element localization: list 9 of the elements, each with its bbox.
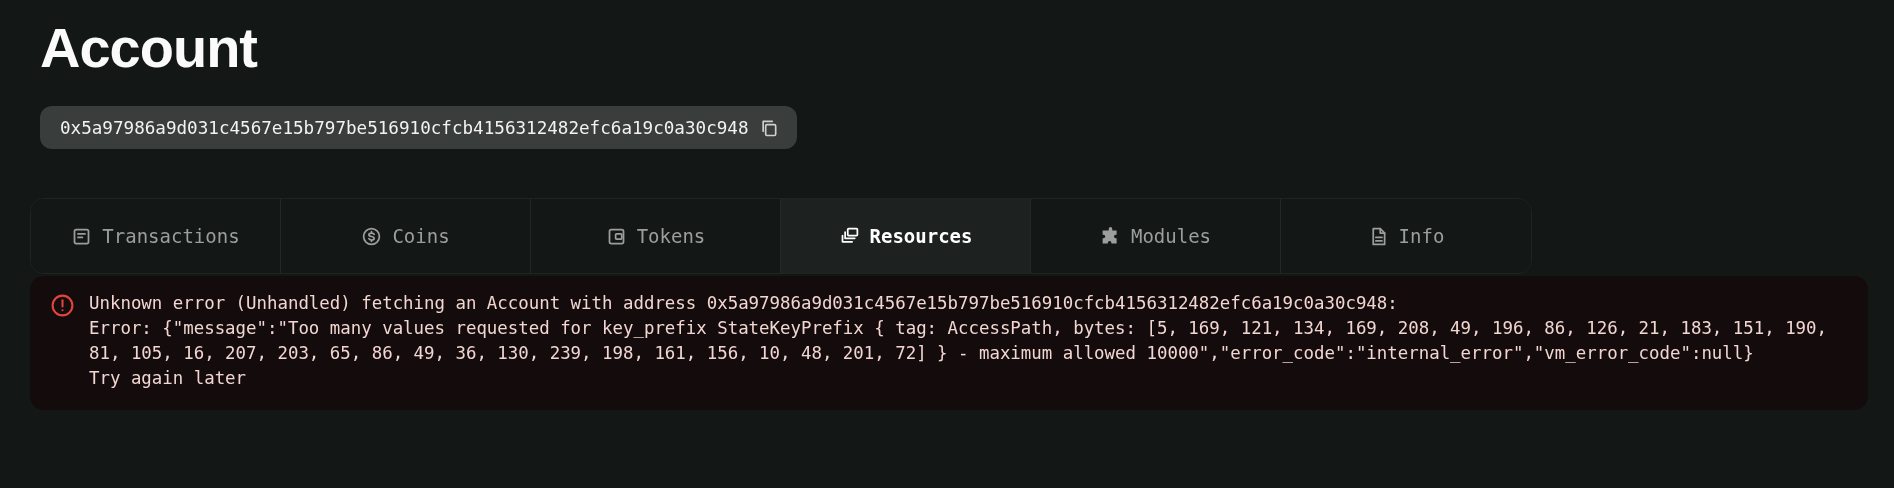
error-message: Error: {"message":"Too many values requested for key_prefix StateKeyPrefix { tag: AccessPath, bytes: [5, 169, 121, 134, 169, 208, 49, 196, 86, 126, 21, 183, 151, 190, 81, 105, 16, 207, 203, 65, 86, 49, 36, 130, 239, 198, 161, 156, 10, 48, 201, 72] } - maximum allowed 10000","error_code":"internal_error","vm_error_code":null}: [89, 317, 1829, 365]
tab[interactable]: Resources: [781, 199, 1031, 273]
page-title: Account: [40, 15, 257, 81]
error-message: Try again later: [89, 367, 248, 390]
dollar-coin-icon: [361, 225, 383, 247]
address-text: 0x5a97986a9d031c4567e15b797be516910cfcb4156312482efc6a19c0a30c948: [60, 117, 749, 138]
tab[interactable]: Transactions: [31, 199, 281, 273]
error-message: Unknown error (Unhandled) fetching an Account with address 0x5a97986a9d031c4567e15b797be516910cfcb4156312482efc6a19c0a30c948:: [89, 292, 1399, 315]
alert-icon: [50, 293, 75, 318]
